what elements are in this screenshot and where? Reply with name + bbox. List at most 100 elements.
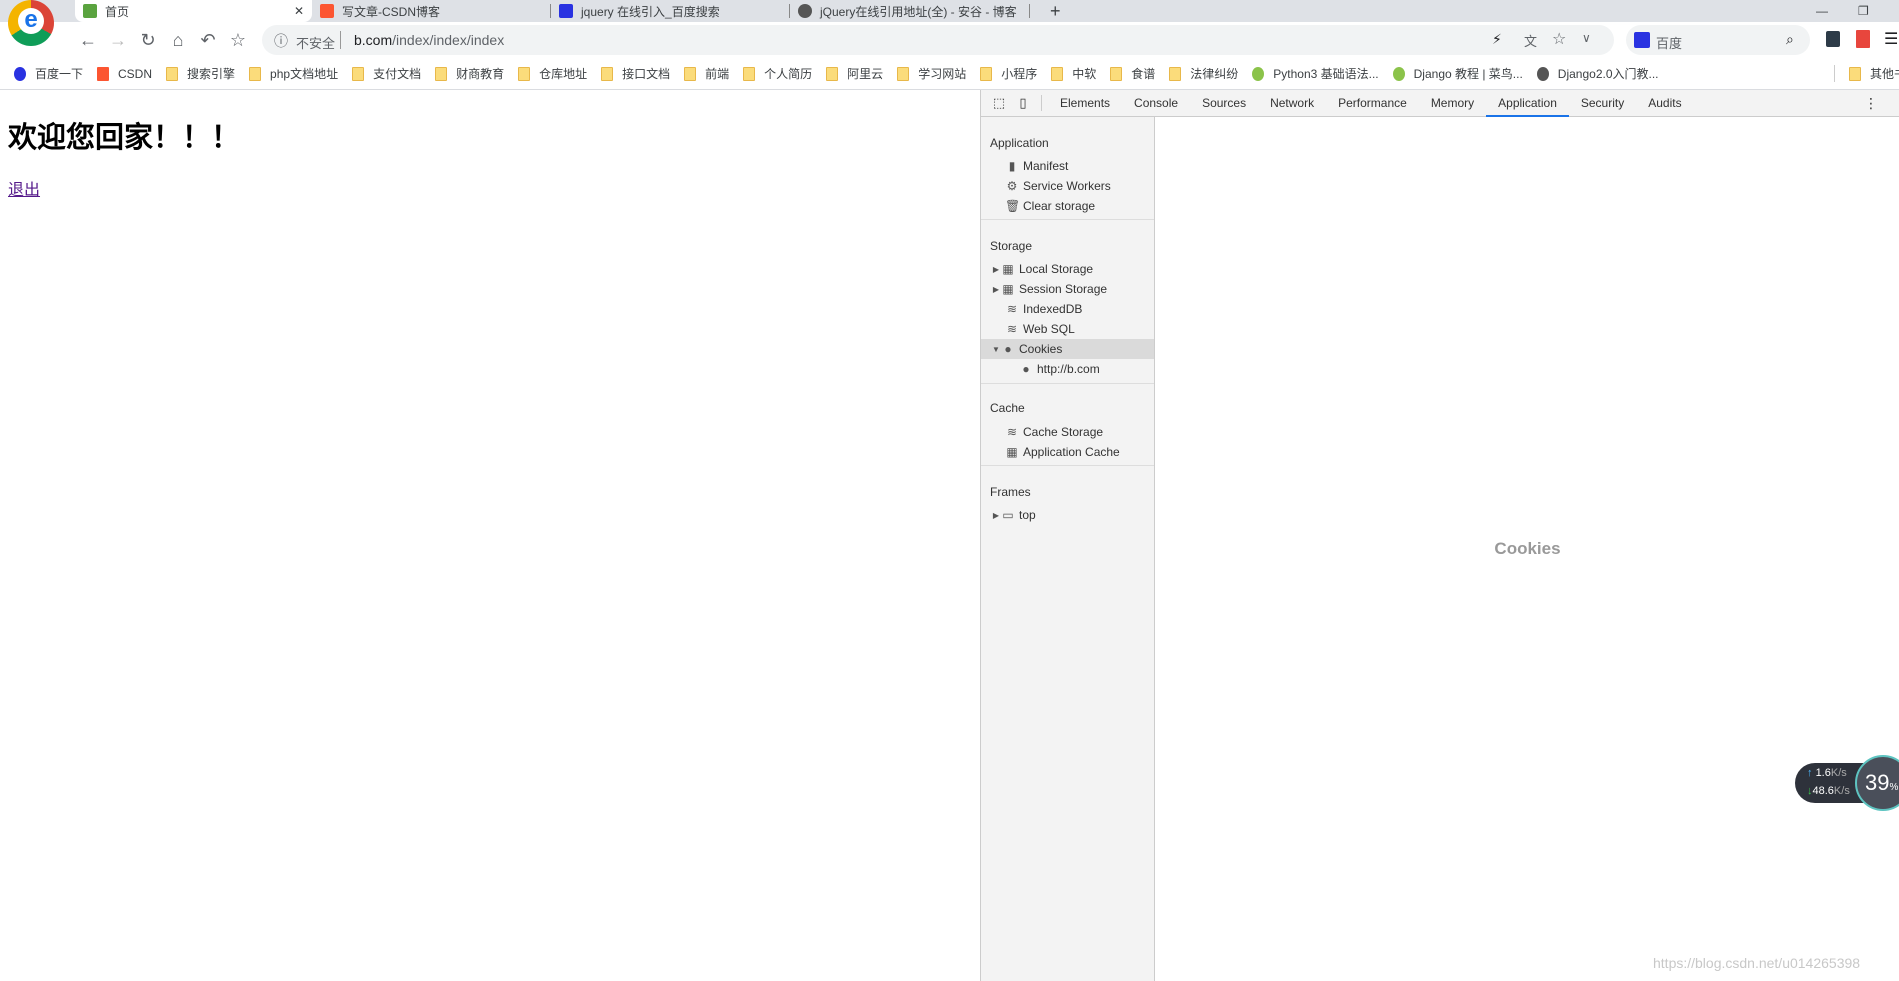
sidebar-item-label: Local Storage <box>1019 262 1094 276</box>
bookmark-item[interactable]: 阿里云 <box>826 65 883 82</box>
frame-icon: ▭ <box>1002 508 1014 522</box>
devtools-tab-application[interactable]: Application <box>1486 90 1569 117</box>
minimize-button[interactable]: — <box>1808 0 1836 22</box>
bookmark-item[interactable]: 小程序 <box>980 65 1037 82</box>
folder-icon <box>249 66 262 81</box>
database-icon: ≋ <box>1006 322 1018 336</box>
divider <box>981 465 1154 466</box>
tab-baidu[interactable]: jquery 在线引入_百度搜索 <box>551 0 790 22</box>
address-bar[interactable]: ⓘ 不安全 b.com/index/index/index ⚡ 文 ☆ ∨ <box>262 25 1614 55</box>
inspect-element-icon[interactable]: ⬚ <box>987 95 1011 111</box>
bookmark-item[interactable]: 中软 <box>1051 65 1096 82</box>
watermark: https://blog.csdn.net/u014265398 <box>1653 955 1861 971</box>
devtools-tab-network[interactable]: Network <box>1258 90 1326 117</box>
collapsed-arrow-icon[interactable]: ▶ <box>991 285 1001 294</box>
bookmark-item[interactable]: 仓库地址 <box>518 65 587 82</box>
sidebar-item-clear-storage[interactable]: 🗑 Clear storage <box>981 196 1154 216</box>
folder-icon <box>826 66 839 81</box>
bookmark-item[interactable]: Python3 基础语法... <box>1252 65 1379 82</box>
translate-icon[interactable]: 文 <box>1524 31 1537 50</box>
bookmark-item[interactable]: 支付文档 <box>352 65 421 82</box>
site-favicon-icon <box>1252 66 1265 81</box>
bookmark-item[interactable]: 搜索引擎 <box>166 65 235 82</box>
device-toolbar-icon[interactable]: ▯ <box>1011 95 1035 111</box>
bookmark-item[interactable]: 财商教育 <box>435 65 504 82</box>
devtools-tab-sources[interactable]: Sources <box>1190 90 1258 117</box>
bookmarks-bar: 百度一下 CSDN 搜索引擎 php文档地址 支付文档 财商教育 仓库地址 接口文档 前端 个人简… <box>0 58 1899 90</box>
chevron-down-icon[interactable]: ∨ <box>1582 31 1591 45</box>
devtools-tab-elements[interactable]: Elements <box>1048 90 1122 117</box>
bookmark-item[interactable]: 学习网站 <box>897 65 966 82</box>
more-options-icon[interactable]: ⋮ <box>1864 95 1878 112</box>
bookmark-item[interactable]: 法律纠纷 <box>1169 65 1238 82</box>
extension-x-icon[interactable] <box>1826 31 1840 47</box>
sidebar-item-http-b-com[interactable]: ● http://b.com <box>981 359 1154 379</box>
bookmark-label: CSDN <box>118 66 153 81</box>
collapsed-arrow-icon[interactable]: ▶ <box>991 265 1001 274</box>
bookmark-item[interactable]: Django 教程 | 菜鸟... <box>1392 65 1523 82</box>
bookmark-item[interactable]: php文档地址 <box>249 65 338 82</box>
bookmark-label: 个人简历 <box>764 67 813 81</box>
reload-icon[interactable]: ↻ <box>136 28 160 52</box>
bookmark-item[interactable]: 个人简历 <box>743 65 812 82</box>
info-icon[interactable]: ⓘ <box>274 31 288 51</box>
sidebar-item-service-workers[interactable]: ⚙ Service Workers <box>981 176 1154 196</box>
undo-icon[interactable]: ↶ <box>196 28 220 52</box>
close-icon[interactable]: ✕ <box>294 4 304 18</box>
pdf-extension-icon[interactable] <box>1856 30 1870 48</box>
sidebar-item-indexeddb[interactable]: ≋ IndexedDB <box>981 299 1154 319</box>
star-icon[interactable]: ☆ <box>226 28 250 52</box>
sidebar-item-application-cache[interactable]: ▦ Application Cache <box>981 442 1154 462</box>
devtools-tab-audits[interactable]: Audits <box>1636 90 1693 117</box>
sidebar-item-label: Web SQL <box>1023 322 1075 336</box>
bookmark-label: php文档地址 <box>270 67 339 81</box>
bookmark-label: 财商教育 <box>456 67 505 81</box>
search-icon[interactable]: ⌕ <box>1786 31 1794 48</box>
forward-icon[interactable]: → <box>106 28 130 52</box>
sidebar-item-local-storage[interactable]: ▶ ▦ Local Storage <box>981 259 1154 279</box>
folder-icon <box>435 66 448 81</box>
tab-csdn[interactable]: 写文章-CSDN博客 <box>312 0 551 22</box>
expanded-arrow-icon[interactable]: ▼ <box>991 345 1001 354</box>
url-text[interactable]: b.com/index/index/index <box>354 32 504 48</box>
bookmark-item[interactable]: 前端 <box>684 65 729 82</box>
bookmark-label: Django 教程 | 菜鸟... <box>1413 67 1523 81</box>
devtools-tab-performance[interactable]: Performance <box>1326 90 1419 117</box>
menu-icon[interactable]: ☰ <box>1884 29 1898 49</box>
bookmark-label: 支付文档 <box>373 67 422 81</box>
security-label: 不安全 <box>296 36 336 51</box>
back-icon[interactable]: ← <box>76 28 100 52</box>
logout-link[interactable]: 退出 <box>8 176 40 200</box>
sidebar-item-label: Application Cache <box>1023 445 1120 459</box>
sidebar-item-cache-storage[interactable]: ≋ Cache Storage <box>981 422 1154 442</box>
bookmark-item[interactable]: 食谱 <box>1110 65 1155 82</box>
folder-icon <box>518 66 531 81</box>
sidebar-item-cookies[interactable]: ▼ ● Cookies <box>981 339 1154 359</box>
bookmark-item[interactable]: Django2.0入门教... <box>1536 65 1659 82</box>
devtools-tab-memory[interactable]: Memory <box>1419 90 1486 117</box>
collapsed-arrow-icon[interactable]: ▶ <box>991 511 1001 520</box>
devtools-tab-console[interactable]: Console <box>1122 90 1190 117</box>
bookmark-item[interactable]: 接口文档 <box>601 65 670 82</box>
folder-icon <box>897 66 910 81</box>
other-bookmarks[interactable]: 其他书签 <box>1834 65 1899 82</box>
tab-jquery[interactable]: jQuery在线引用地址(全) - 安谷 - 博客 <box>790 0 1030 22</box>
bookmark-item[interactable]: CSDN <box>97 66 153 81</box>
restore-button[interactable]: ❐ <box>1850 0 1877 22</box>
lightning-icon[interactable]: ⚡ <box>1492 31 1502 48</box>
bookmark-item[interactable]: 百度一下 <box>14 65 83 82</box>
home-icon[interactable]: ⌂ <box>166 28 190 52</box>
tab-home[interactable]: 首页 ✕ <box>75 0 312 22</box>
new-tab-button[interactable]: + <box>1042 0 1069 22</box>
tab-title: jquery 在线引入_百度搜索 <box>581 4 720 19</box>
search-box[interactable]: 百度 ⌕ <box>1626 25 1810 55</box>
sidebar-item-web-sql[interactable]: ≋ Web SQL <box>981 319 1154 339</box>
download-speed: 48.6 <box>1812 785 1834 797</box>
devtools-tab-security[interactable]: Security <box>1569 90 1636 117</box>
folder-icon <box>1051 66 1064 81</box>
sidebar-item-top[interactable]: ▶ ▭ top <box>981 505 1154 525</box>
sidebar-item-session-storage[interactable]: ▶ ▦ Session Storage <box>981 279 1154 299</box>
sidebar-item-manifest[interactable]: ▮ Manifest <box>981 156 1154 176</box>
bookmark-star-icon[interactable]: ☆ <box>1552 29 1566 49</box>
grid-icon: ▦ <box>1002 282 1014 296</box>
